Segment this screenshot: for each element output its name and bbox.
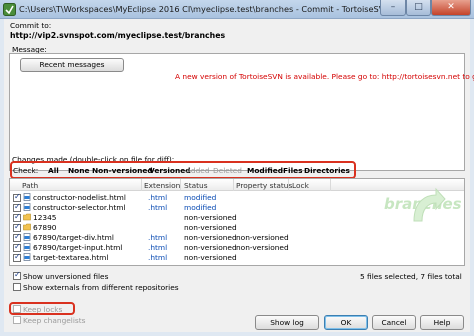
row-checkbox[interactable] — [13, 192, 21, 202]
row-path: constructor-selector.html — [33, 203, 126, 212]
row-property-status: non-versioned — [236, 233, 289, 242]
show-externals-checkbox[interactable] — [13, 283, 21, 291]
column-property-status[interactable]: Property status — [236, 181, 292, 190]
title-bar: C:\Users\T\Workspaces\MyEclipse 2016 CI\… — [0, 0, 474, 19]
row-extension: .html — [148, 253, 168, 262]
row-status: non-versioned — [184, 253, 237, 262]
row-status: non-versioned — [184, 213, 237, 222]
row-property-status: non-versioned — [236, 243, 289, 252]
show-unversioned-label: Show unversioned files — [23, 272, 109, 281]
commit-to-url: http://vip2.svnspot.com/myeclipse.test/b… — [10, 31, 226, 40]
row-checkbox[interactable] — [13, 212, 21, 222]
keep-locks-highlight — [9, 302, 75, 315]
changes-list-header: Path Extension Status Property status Lo… — [10, 179, 464, 191]
branches-watermark: branches — [384, 187, 462, 222]
row-checkbox[interactable] — [13, 202, 21, 212]
ok-button[interactable]: OK — [324, 315, 368, 330]
row-checkbox[interactable] — [13, 232, 21, 242]
table-row[interactable]: 67890/target-input.html .html non-versione… — [10, 242, 464, 253]
commit-dialog: Commit to: http://vip2.svnspot.com/myecl… — [4, 19, 474, 332]
row-extension: .html — [148, 203, 168, 212]
row-checkbox[interactable] — [13, 252, 21, 262]
tortoisesvn-app-icon — [3, 3, 16, 16]
column-extension[interactable]: Extension — [144, 181, 180, 190]
html-file-icon — [23, 203, 31, 211]
keep-changelists-checkbox[interactable] — [13, 316, 21, 324]
html-file-icon — [23, 233, 31, 241]
show-log-button[interactable]: Show log — [255, 315, 319, 330]
row-path: 67890/target-input.html — [33, 243, 123, 252]
close-button[interactable]: ✕ — [431, 0, 471, 16]
row-extension: .html — [148, 233, 168, 242]
arrow-icon — [413, 187, 446, 222]
keep-changelists-label: Keep changelists — [23, 316, 86, 325]
row-path: 67890/target-div.html — [33, 233, 114, 242]
row-status: non-versioned — [184, 233, 237, 242]
row-status: modified — [184, 193, 217, 202]
html-file-icon — [23, 193, 31, 201]
column-path[interactable]: Path — [22, 181, 38, 190]
folder-icon — [23, 213, 31, 221]
table-row[interactable]: 12345 non-versioned — [10, 212, 464, 223]
row-path: 12345 — [33, 213, 57, 222]
cancel-button[interactable]: Cancel — [372, 315, 416, 330]
recent-messages-button[interactable]: Recent messages — [20, 58, 124, 72]
table-row[interactable]: 67890 non-versioned — [10, 222, 464, 233]
show-externals-label: Show externals from different repositori… — [23, 283, 179, 292]
html-file-icon — [23, 253, 31, 261]
changes-list[interactable]: Path Extension Status Property status Lo… — [9, 178, 465, 266]
minimize-button[interactable]: – — [380, 0, 406, 16]
row-extension: .html — [148, 193, 168, 202]
folder-icon — [23, 223, 31, 231]
column-status[interactable]: Status — [184, 181, 208, 190]
maximize-button[interactable]: □ — [406, 0, 431, 16]
row-checkbox[interactable] — [13, 222, 21, 232]
row-status: non-versioned — [184, 243, 237, 252]
window-title: C:\Users\T\Workspaces\MyEclipse 2016 CI\… — [19, 4, 391, 14]
row-path: constructor-nodelist.html — [33, 193, 126, 202]
show-unversioned-checkbox[interactable] — [13, 270, 21, 280]
help-button[interactable]: Help — [420, 315, 464, 330]
row-checkbox[interactable] — [13, 242, 21, 252]
row-path: 67890 — [33, 223, 57, 232]
row-status: non-versioned — [184, 223, 237, 232]
column-lock[interactable]: Lock — [292, 181, 309, 190]
html-file-icon — [23, 243, 31, 251]
table-row[interactable]: 67890/target-div.html .html non-versionedn… — [10, 232, 464, 243]
row-path: target-textarea.html — [33, 253, 109, 262]
commit-to-label: Commit to: — [10, 21, 52, 30]
table-row[interactable]: target-textarea.html .html non-versioned — [10, 252, 464, 263]
message-textarea[interactable]: Recent messages A new version of Tortois… — [9, 53, 474, 171]
check-filter-highlight — [10, 161, 356, 179]
row-extension: .html — [148, 243, 168, 252]
update-notice-link[interactable]: A new version of TortoiseSVN is availabl… — [175, 72, 474, 81]
selection-summary: 5 files selected, 7 files total — [360, 272, 462, 281]
row-status: modified — [184, 203, 217, 212]
